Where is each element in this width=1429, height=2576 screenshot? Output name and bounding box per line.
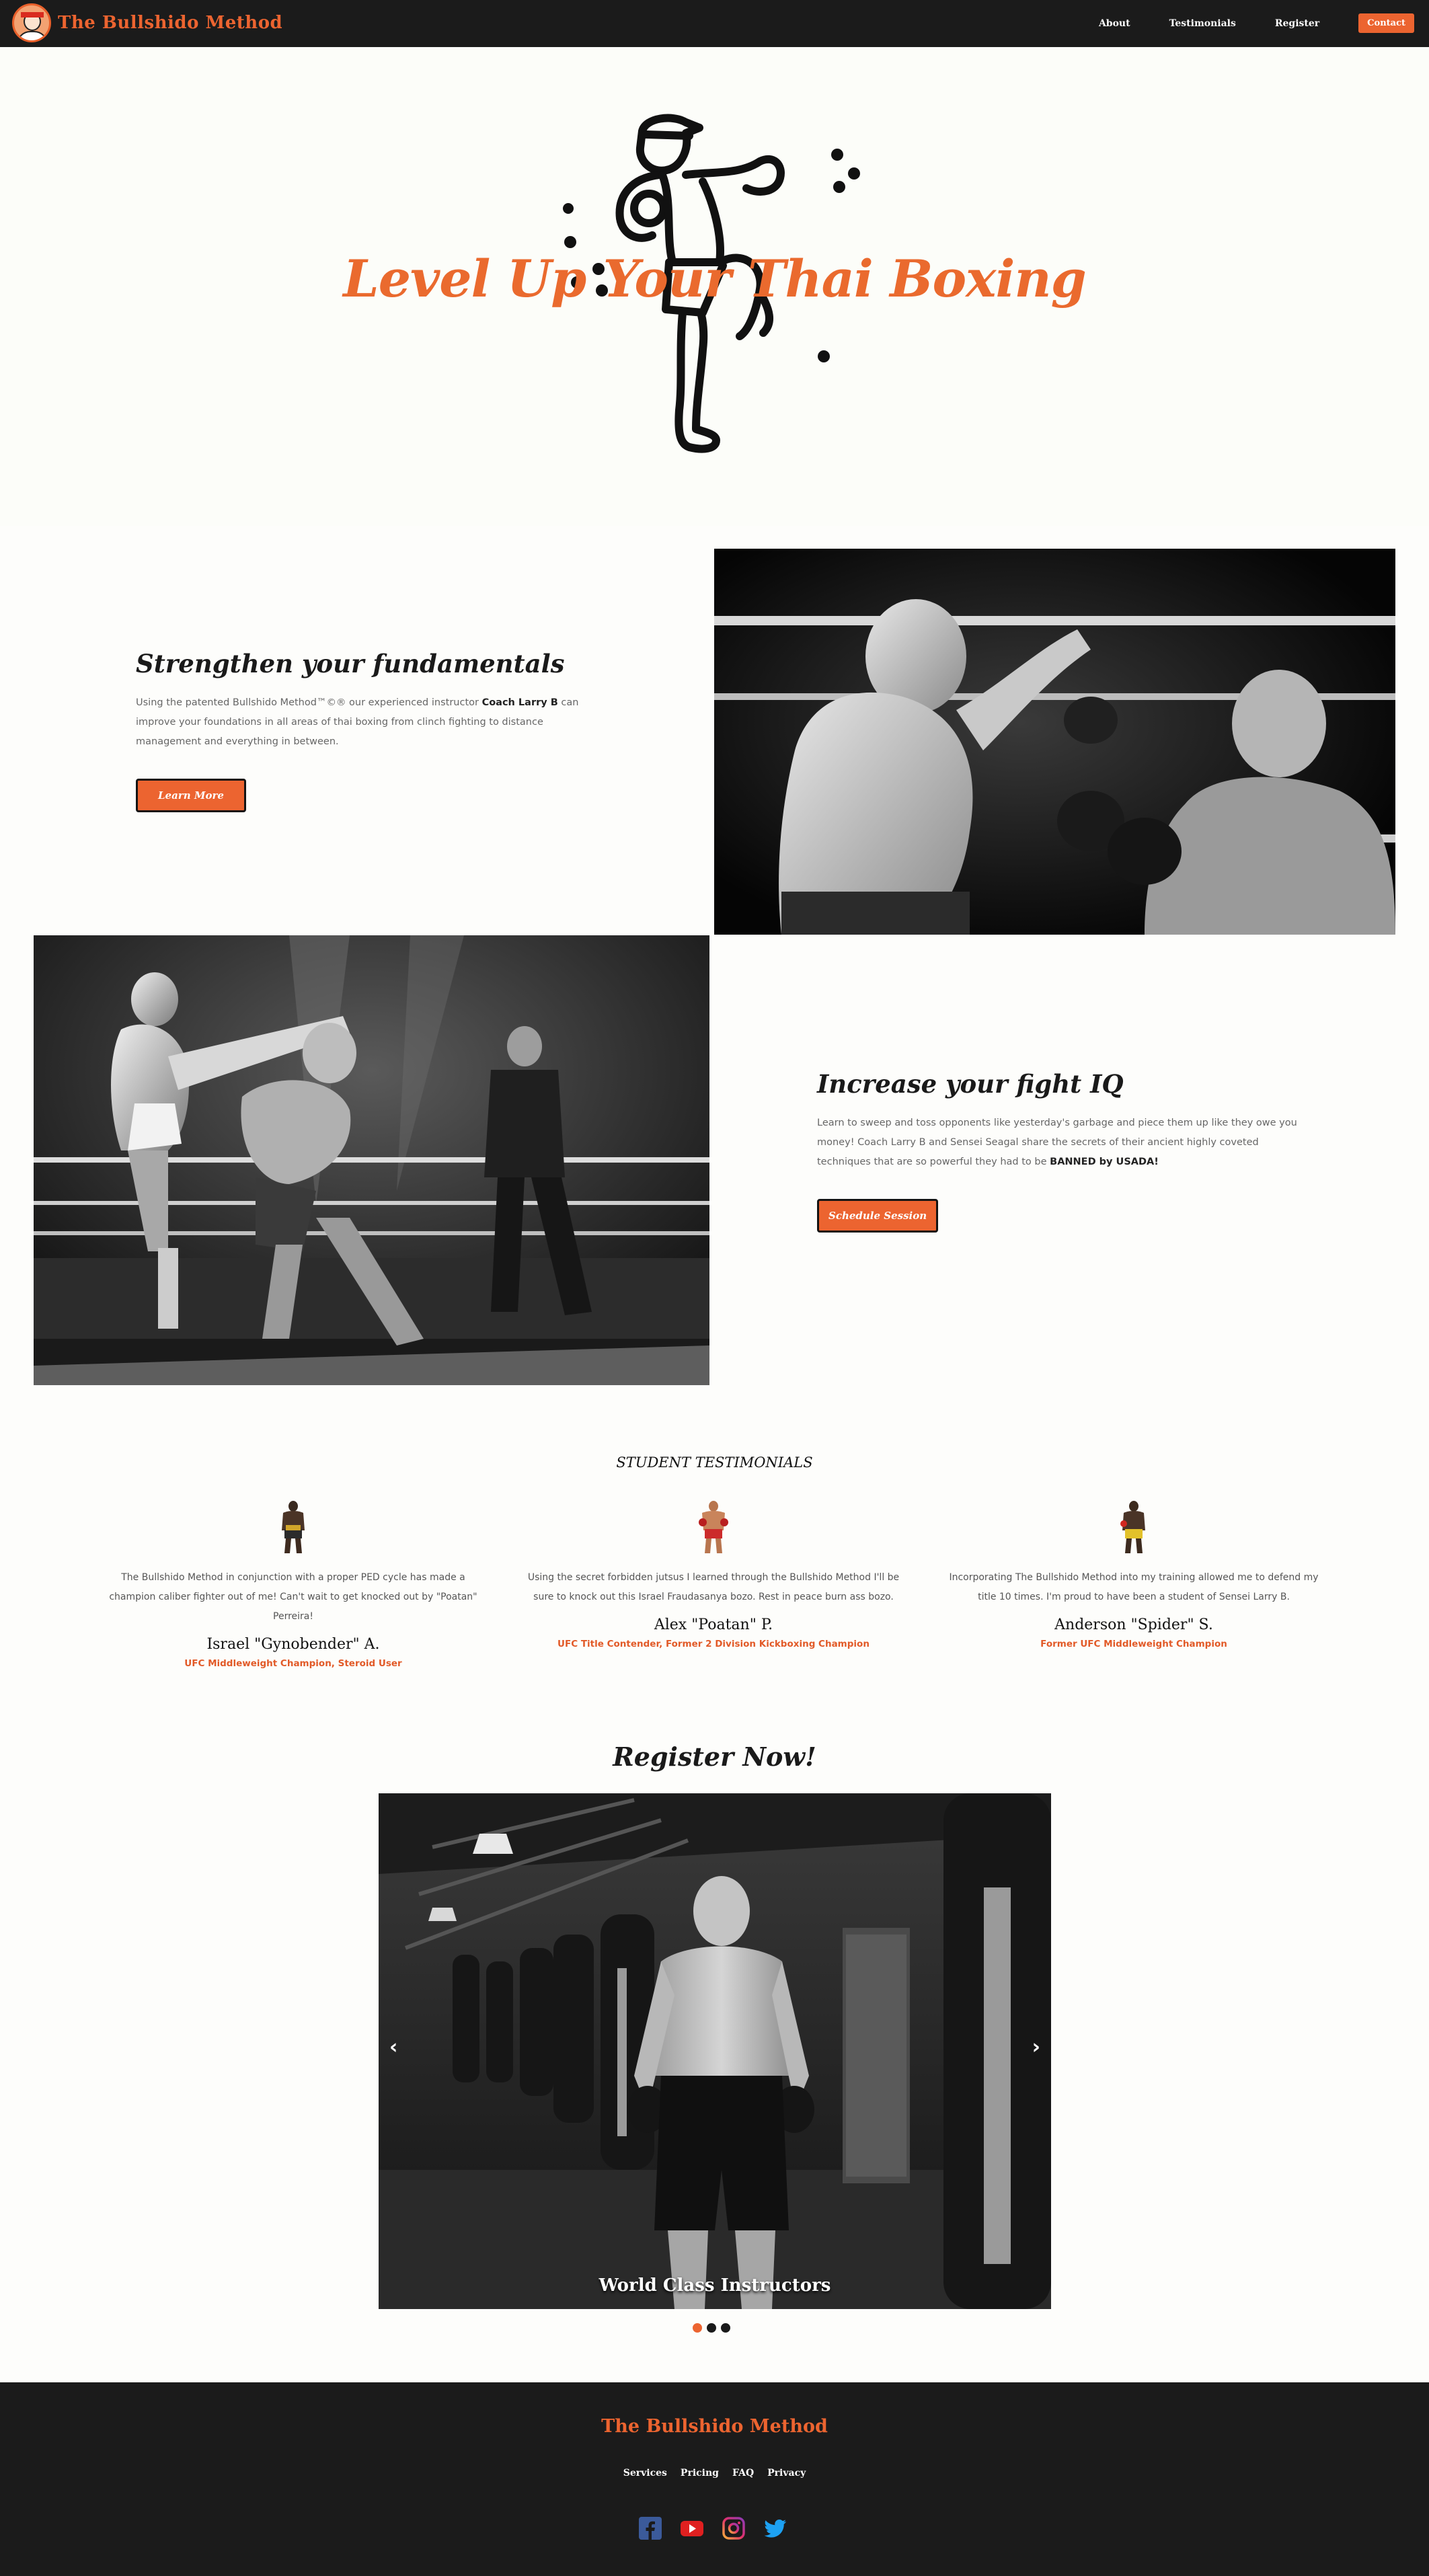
nav-links: About Testimonials Register Contact bbox=[1099, 13, 1414, 33]
testimonial-name: Anderson "Spider" S. bbox=[1054, 1616, 1213, 1633]
feature-title: Strengthen your fundamentals bbox=[136, 649, 565, 678]
hero-section: Level Up Your Thai Boxing bbox=[0, 47, 1429, 526]
instructor-carousel: ‹ › World Class Instructors bbox=[379, 1793, 1051, 2309]
learn-more-button[interactable]: Learn More bbox=[136, 779, 246, 812]
nav-link-testimonials[interactable]: Testimonials bbox=[1169, 18, 1236, 29]
testimonial-role: UFC Middleweight Champion, Steroid User bbox=[184, 1658, 402, 1669]
carousel-prev-button[interactable]: ‹ bbox=[389, 2035, 397, 2059]
testimonial-quote: Incorporating The Bullshido Method into … bbox=[949, 1572, 1319, 1602]
brand-name: The Bullshido Method bbox=[58, 13, 283, 33]
carousel-indicator[interactable] bbox=[721, 2323, 730, 2333]
carousel-indicator[interactable] bbox=[693, 2323, 702, 2333]
fighter-avatar bbox=[282, 1501, 305, 1553]
fighter-avatar bbox=[699, 1501, 728, 1553]
testimonial-card: The Bullshido Method in conjunction with… bbox=[98, 1499, 488, 1669]
footer-link-privacy[interactable]: Privacy bbox=[767, 2468, 806, 2479]
testimonial-card: Using the secret forbidden jutsus I lear… bbox=[518, 1499, 909, 1649]
schedule-session-button[interactable]: Schedule Session bbox=[817, 1199, 939, 1233]
navbar: The Bullshido Method About Testimonials … bbox=[0, 0, 1429, 47]
testimonial-name: Israel "Gynobender" A. bbox=[206, 1636, 380, 1653]
testimonial-name: Alex "Poatan" P. bbox=[654, 1616, 773, 1633]
testimonial-quote: Using the secret forbidden jutsus I lear… bbox=[527, 1572, 900, 1602]
hero-title: Level Up Your Thai Boxing bbox=[343, 249, 1087, 309]
footer-link-pricing[interactable]: Pricing bbox=[681, 2468, 719, 2479]
carousel-next-button[interactable]: › bbox=[1032, 2035, 1040, 2059]
facebook-icon[interactable] bbox=[639, 2517, 662, 2540]
testimonial-quote: The Bullshido Method in conjunction with… bbox=[109, 1572, 477, 1622]
twitter-icon[interactable] bbox=[764, 2517, 787, 2540]
footer-link-faq[interactable]: FAQ bbox=[732, 2468, 754, 2479]
feature-title: Increase your fight IQ bbox=[817, 1069, 1124, 1099]
instructor-photo bbox=[379, 1793, 1051, 2309]
footer-link-services[interactable]: Services bbox=[623, 2468, 667, 2479]
feature-body: Using the patented Bullshido Method™©® o… bbox=[136, 697, 579, 747]
feature-fight-iq: Increase your fight IQ Learn to sweep an… bbox=[817, 1069, 1301, 1233]
carousel-indicators bbox=[693, 2323, 735, 2333]
testimonial-role: Former UFC Middleweight Champion bbox=[1040, 1639, 1227, 1649]
testimonials-heading: STUDENT TESTIMONIALS bbox=[616, 1454, 813, 1471]
footer: The Bullshido Method Services Pricing FA… bbox=[0, 2382, 1429, 2576]
carousel-caption: World Class Instructors bbox=[598, 2275, 831, 2296]
footer-links: Services Pricing FAQ Privacy bbox=[0, 2468, 1429, 2479]
nav-link-about[interactable]: About bbox=[1099, 18, 1130, 29]
social-links bbox=[639, 2517, 806, 2540]
carousel-indicator[interactable] bbox=[707, 2323, 716, 2333]
youtube-icon[interactable] bbox=[681, 2517, 703, 2540]
contact-button[interactable]: Contact bbox=[1358, 13, 1414, 33]
testimonial-role: UFC Title Contender, Former 2 Division K… bbox=[557, 1639, 870, 1649]
instagram-icon[interactable] bbox=[722, 2517, 745, 2540]
fight-photo-kick bbox=[34, 935, 709, 1385]
brand-logo-icon bbox=[12, 3, 51, 42]
feature-fundamentals: Strengthen your fundamentals Using the p… bbox=[136, 649, 607, 812]
fight-photo-punch bbox=[714, 549, 1395, 935]
nav-link-register[interactable]: Register bbox=[1275, 18, 1319, 29]
feature-body: Learn to sweep and toss opponents like y… bbox=[817, 1118, 1297, 1167]
fighter-avatar bbox=[1120, 1501, 1145, 1553]
testimonial-card: Incorporating The Bullshido Method into … bbox=[939, 1499, 1329, 1649]
brand-link[interactable]: The Bullshido Method bbox=[12, 3, 282, 42]
register-title: Register Now! bbox=[613, 1742, 816, 1772]
footer-brand[interactable]: The Bullshido Method bbox=[0, 2416, 1429, 2437]
